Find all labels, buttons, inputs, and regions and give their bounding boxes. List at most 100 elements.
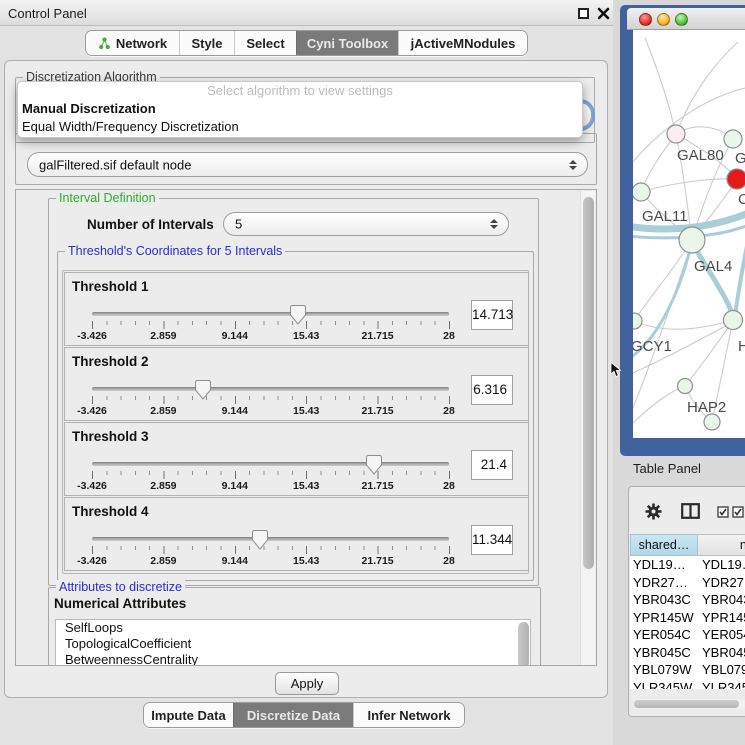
attribute-item[interactable]: SelfLoops	[56, 620, 530, 636]
node-label: HAP2	[687, 399, 726, 416]
combobox-value: 5	[235, 217, 242, 232]
table-data-combobox[interactable]: galFiltered.sif default node	[27, 152, 588, 177]
number-of-intervals-combobox[interactable]: 5	[223, 212, 509, 236]
network-node-gal11[interactable]	[633, 183, 650, 201]
tab-select[interactable]: Select	[234, 31, 296, 55]
network-node-hap2[interactable]	[678, 379, 693, 394]
network-node-gcy1[interactable]	[633, 313, 642, 329]
network-nodes	[633, 125, 745, 430]
number-of-intervals-label: Number of Intervals	[87, 217, 214, 232]
attribute-item[interactable]: TopologicalCoefficient	[56, 636, 530, 652]
group-title: Threshold's Coordinates for 5 Intervals	[65, 244, 285, 258]
column-header-name[interactable]: name	[698, 534, 745, 556]
tab-label: Discretize Data	[247, 708, 340, 723]
network-graph: GAL80 GA C GAL11 GAL4 GCY1 H HAP2	[633, 30, 745, 438]
threshold-1-panel: Threshold 1 14.713	[64, 272, 529, 346]
threshold-slider[interactable]: -3.426 2.859 9.144 15.43 21.715 28	[92, 379, 449, 421]
node-label: GCY1	[633, 338, 672, 355]
table-row[interactable]: YBR043C YBR043C	[630, 591, 745, 609]
tab-label: Infer Network	[367, 708, 450, 723]
close-icon[interactable]	[597, 7, 610, 20]
table-row[interactable]: YDR27… YDR27…	[630, 574, 745, 592]
table-row[interactable]: YLR345W YLR345W	[630, 679, 745, 690]
table-horizontal-scrollbar[interactable]	[633, 699, 745, 709]
combobox-value: galFiltered.sif default node	[39, 157, 191, 172]
table-row[interactable]: YBR045C YBR045C	[630, 644, 745, 662]
tab-impute-data[interactable]: Impute Data	[144, 703, 233, 727]
slider-track[interactable]	[92, 537, 449, 541]
threshold-3-panel: Threshold 3 21.4	[64, 422, 529, 496]
threshold-label: Threshold 1	[72, 279, 149, 294]
thresholds-container: Threshold 1 14.713	[62, 270, 529, 574]
checkbox-icon[interactable]	[732, 506, 744, 518]
apply-button[interactable]: Apply	[275, 672, 339, 695]
node-label: GAL4	[694, 258, 732, 275]
node-label: H	[738, 338, 745, 355]
numerical-attributes-label: Numerical Attributes	[54, 596, 186, 611]
network-node-bottom[interactable]	[704, 414, 720, 430]
network-node-ga[interactable]	[724, 130, 742, 148]
tab-label: Select	[246, 36, 284, 51]
node-label: GA	[735, 150, 745, 167]
threshold-value-field[interactable]: 14.713	[471, 300, 513, 330]
slider-major-ticks	[92, 321, 450, 329]
spinner-arrows-icon	[569, 160, 577, 170]
node-label: GAL11	[642, 208, 688, 225]
table-row[interactable]: YBL079W YBL079W	[630, 661, 745, 679]
tab-infer-network[interactable]: Infer Network	[353, 703, 464, 727]
slider-track[interactable]	[92, 387, 449, 391]
scrollbar-thumb[interactable]	[634, 700, 739, 708]
tab-discretize-data[interactable]: Discretize Data	[233, 703, 353, 727]
settings-vertical-scrollbar[interactable]	[580, 191, 595, 665]
tab-style[interactable]: Style	[179, 31, 234, 55]
threshold-value-field[interactable]: 11.344	[471, 525, 513, 555]
network-node-gal4[interactable]	[679, 227, 705, 253]
attributes-list-scrollbar[interactable]	[518, 622, 529, 666]
table-row[interactable]: YPR145W YPR145W	[630, 609, 745, 627]
interval-definition-group: Interval Definition Number of Intervals …	[48, 198, 539, 586]
popup-option-equal-width[interactable]: Equal Width/Frequency Discretization	[18, 118, 582, 136]
window-close-button[interactable]	[639, 13, 652, 26]
float-window-icon[interactable]	[578, 8, 589, 19]
tab-label: Style	[191, 36, 222, 51]
tab-jactivemnodules[interactable]: jActiveMNodules	[398, 31, 527, 55]
tab-label: Cyni Toolbox	[307, 36, 388, 51]
network-canvas[interactable]: GAL80 GA C GAL11 GAL4 GCY1 H HAP2	[633, 30, 745, 438]
slider-track[interactable]	[92, 462, 449, 466]
threshold-slider[interactable]: -3.426 2.859 9.144 15.43 21.715 28	[92, 454, 449, 496]
tab-network[interactable]: Network	[86, 31, 179, 55]
control-panel: Control Panel Network Style Select	[0, 0, 613, 745]
tab-cyni-toolbox[interactable]: Cyni Toolbox	[296, 31, 398, 55]
table-row[interactable]: YDL19… YDL19…	[630, 556, 745, 574]
slider-track[interactable]	[92, 312, 449, 316]
network-node-h[interactable]	[724, 311, 743, 330]
threshold-value-field[interactable]: 21.4	[471, 450, 513, 480]
network-node-selected-red[interactable]	[727, 169, 745, 189]
panel-title: Control Panel	[8, 6, 87, 21]
threshold-slider[interactable]: -3.426 2.859 9.144 15.43 21.715 28	[92, 304, 449, 346]
attributes-list: SelfLoops TopologicalCoefficient Between…	[55, 619, 531, 666]
column-layout-icon[interactable]	[681, 503, 700, 519]
threshold-label: Threshold 4	[72, 504, 149, 519]
attribute-item[interactable]: BetweennessCentrality	[56, 652, 530, 666]
popup-option-manual[interactable]: Manual Discretization	[18, 100, 582, 118]
cyni-toolbox-panel: Discretization Algorithm Manual Discreti…	[4, 60, 608, 698]
table-body: YDL19… YDL19… YDR27… YDR27… YBR043C YBR0…	[630, 556, 745, 689]
threshold-value-field[interactable]: 6.316	[471, 375, 513, 405]
window-zoom-button[interactable]	[675, 13, 688, 26]
window-minimize-button[interactable]	[657, 13, 670, 26]
control-panel-tabs: Network Style Select Cyni Toolbox jActiv…	[85, 30, 528, 56]
slider-major-ticks	[92, 546, 450, 554]
checkbox-icon[interactable]	[717, 506, 729, 518]
gear-icon[interactable]	[645, 503, 662, 520]
threshold-slider[interactable]: -3.426 2.859 9.144 15.43 21.715 28	[92, 529, 449, 571]
threshold-label: Threshold 2	[72, 354, 149, 369]
table-row[interactable]: YER054C YER054C	[630, 626, 745, 644]
group-title: Attributes to discretize	[56, 580, 185, 594]
column-header-shared-name[interactable]: shared…	[630, 534, 698, 556]
scrollbar-thumb[interactable]	[583, 197, 594, 569]
node-label: GAL80	[677, 147, 724, 164]
network-node-gal80[interactable]	[667, 125, 685, 143]
slider-major-ticks	[92, 471, 450, 479]
table-panel-title: Table Panel	[633, 461, 701, 476]
